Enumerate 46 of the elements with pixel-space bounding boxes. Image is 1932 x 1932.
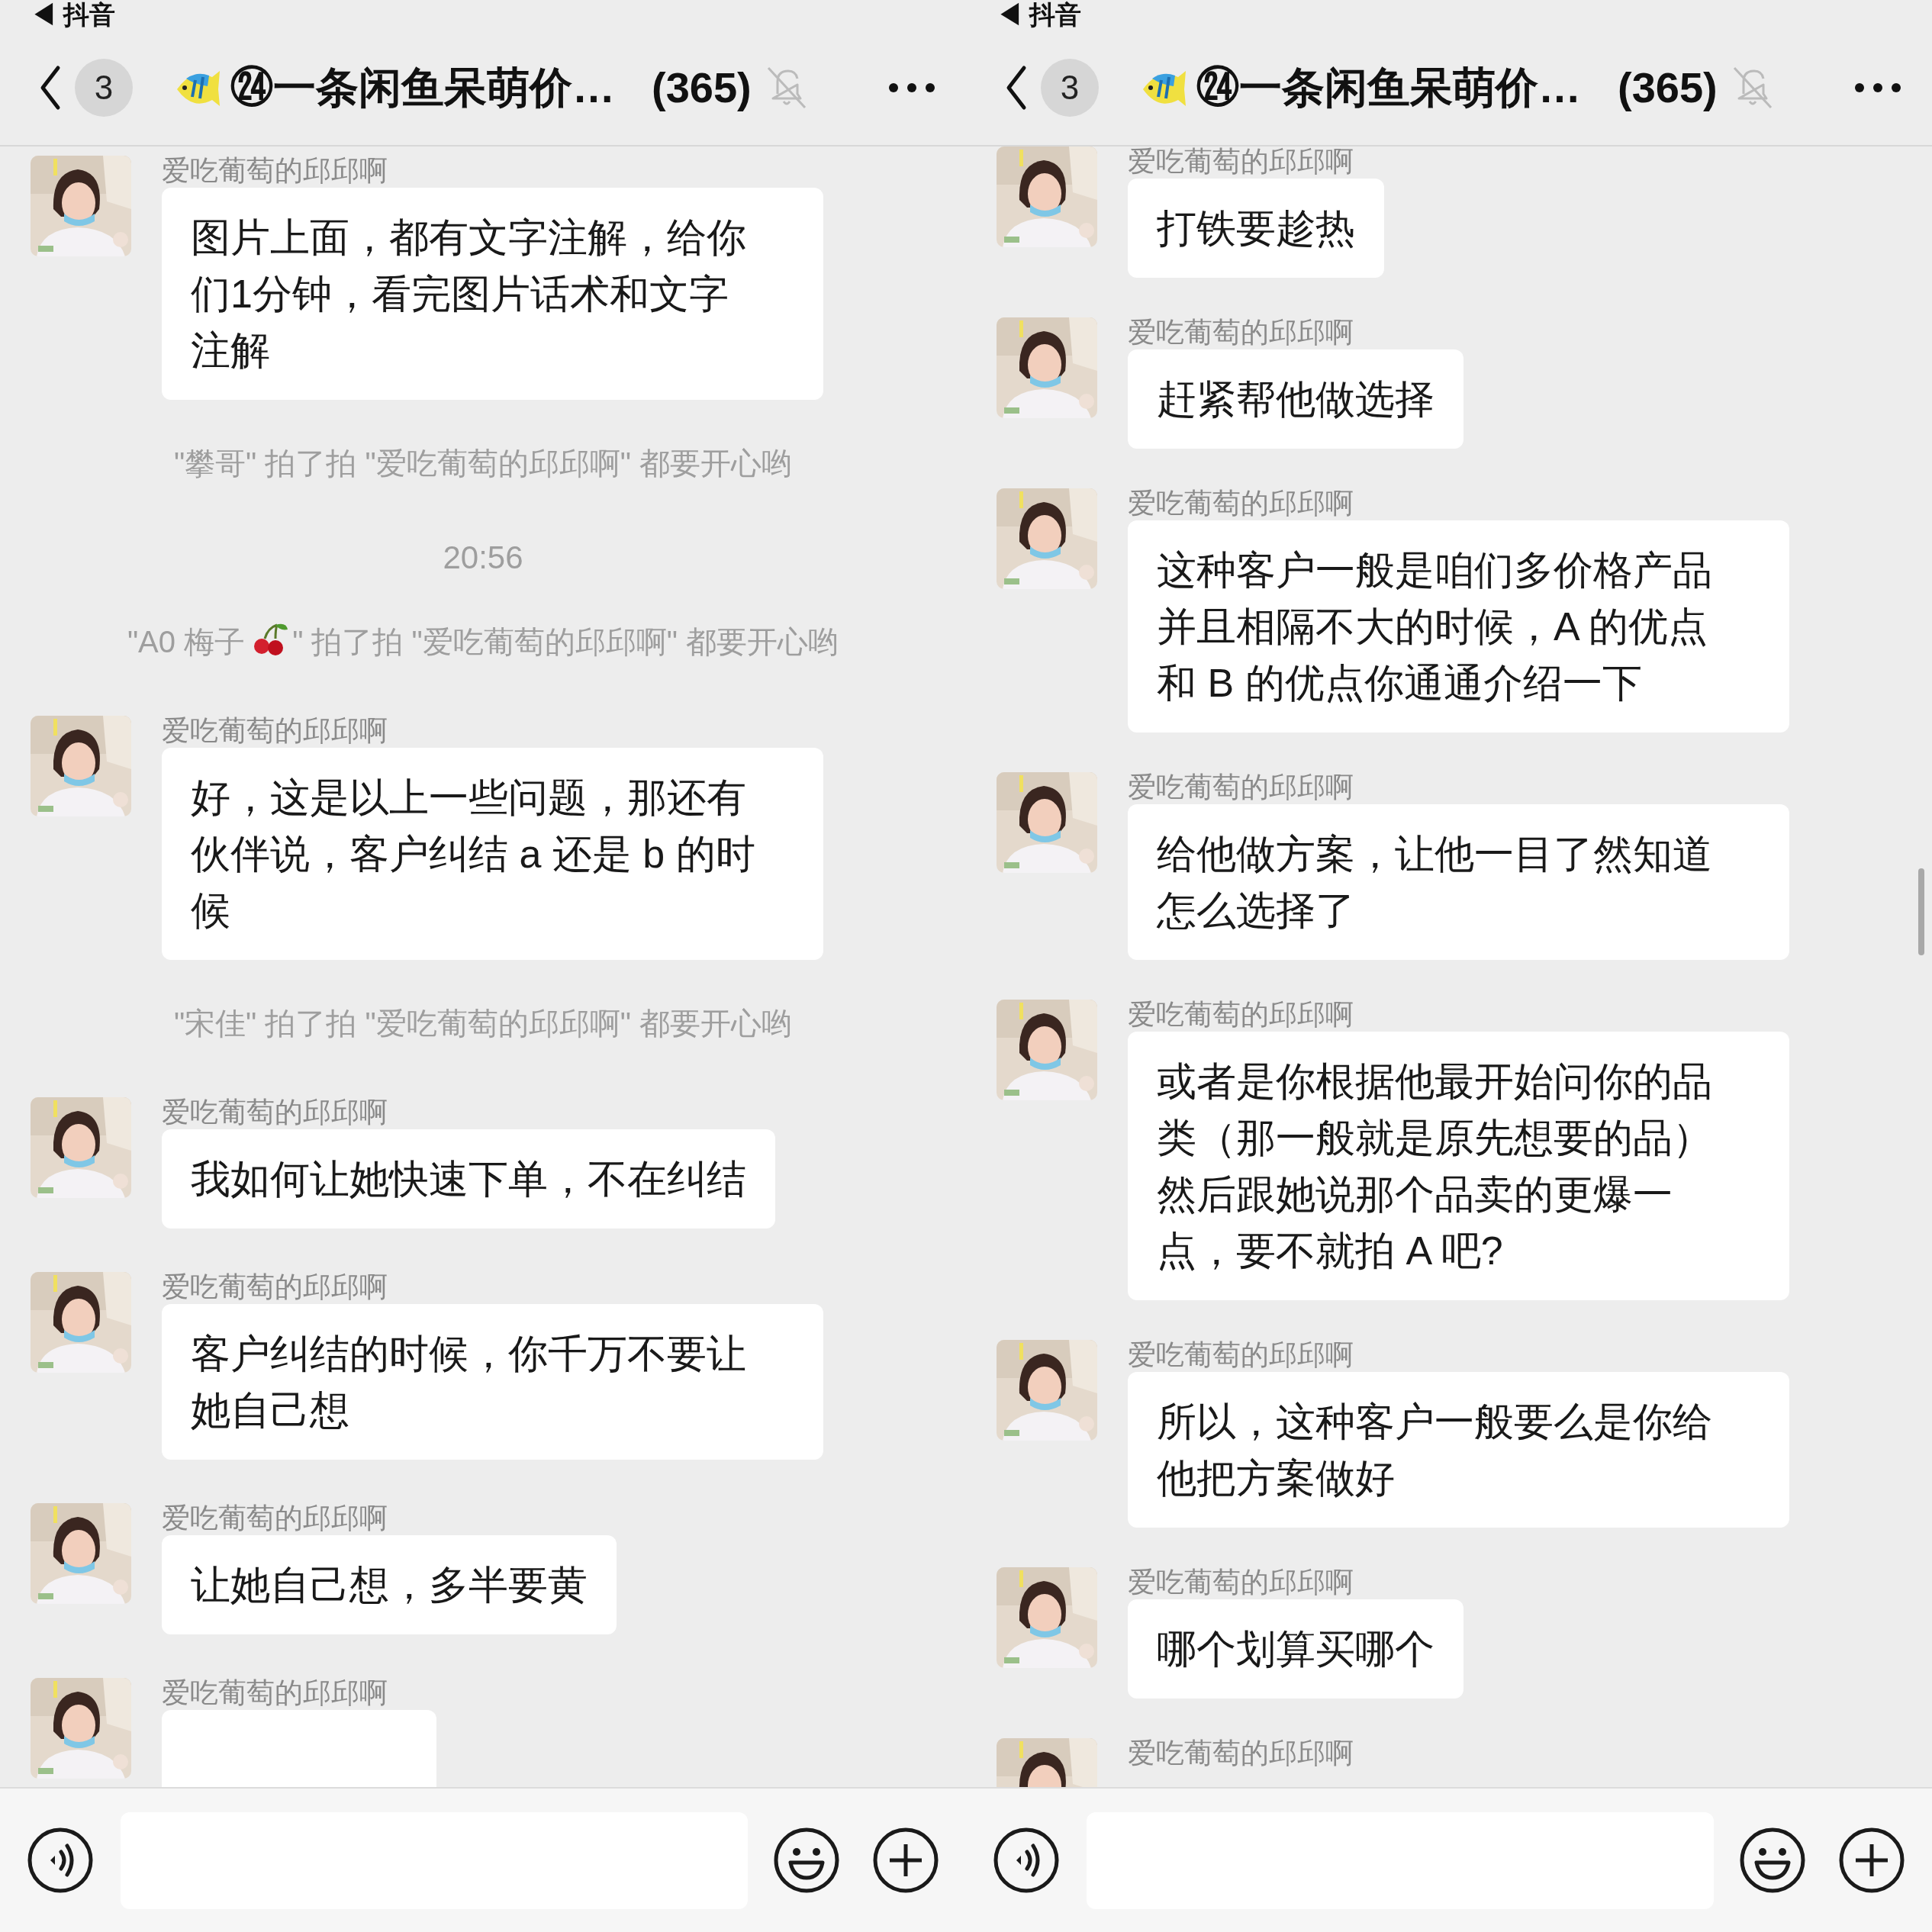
system-notice: " 拍了拍 "爱吃葡萄的邱邱啊" 都要开心哟 bbox=[292, 625, 839, 658]
message-bubble: 客户纠结的时候，你千万不要让 她自己想 bbox=[162, 1304, 823, 1460]
sender-name: 爱吃葡萄的邱邱啊 bbox=[1128, 1738, 1354, 1769]
chat-title: ㉔一条闲鱼呆萌价… bbox=[1196, 63, 1581, 113]
message-bubble: 哪个划算买哪个 bbox=[1128, 1599, 1463, 1699]
status-back-label[interactable]: ◀ 抖音 bbox=[997, 0, 1082, 29]
message-bubble: 好，这是以上一些问题，那还有 伙伴说，客户纠结 a 还是 b 的时 候 bbox=[162, 748, 823, 960]
system-notice: "宋佳" 拍了拍 "爱吃葡萄的邱邱啊" 都要开心哟 bbox=[173, 1006, 793, 1040]
sender-name: 爱吃葡萄的邱邱啊 bbox=[162, 1503, 388, 1534]
member-count: (365) bbox=[1618, 63, 1718, 113]
chat-title: ㉔一条闲鱼呆萌价… bbox=[230, 63, 615, 113]
sender-name: 爱吃葡萄的邱邱啊 bbox=[1128, 1567, 1354, 1598]
message-bubble: 所以，这种客户一般要么是你给 他把方案做好 bbox=[1128, 1372, 1789, 1528]
emoji-icon[interactable] bbox=[774, 1827, 839, 1893]
plus-icon[interactable] bbox=[1839, 1827, 1905, 1893]
status-back-label[interactable]: ◀ 抖音 bbox=[31, 0, 116, 29]
sender-name: 爱吃葡萄的邱邱啊 bbox=[162, 156, 388, 186]
plus-icon[interactable] bbox=[873, 1827, 939, 1893]
sender-name: 爱吃葡萄的邱邱啊 bbox=[162, 716, 388, 746]
sender-name: 爱吃葡萄的邱邱啊 bbox=[1128, 1000, 1354, 1030]
system-notice: "A0 梅子 bbox=[127, 625, 246, 658]
sender-name: 爱吃葡萄的邱邱啊 bbox=[1128, 1340, 1354, 1370]
member-count: (365) bbox=[652, 63, 752, 113]
sender-name: 爱吃葡萄的邱邱啊 bbox=[1128, 147, 1354, 177]
sender-name: 爱吃葡萄的邱邱啊 bbox=[1128, 772, 1354, 803]
message-bubble: 让她自己想，多半要黄 bbox=[162, 1535, 617, 1634]
message-bubble: 给他做方案，让他一目了然知道 怎么选择了 bbox=[1128, 804, 1789, 960]
sender-name: 爱吃葡萄的邱邱啊 bbox=[162, 1097, 388, 1128]
unread-badge: 3 bbox=[75, 59, 133, 117]
message-bubble: 赶紧帮他做选择 bbox=[1128, 349, 1463, 449]
voice-icon[interactable] bbox=[993, 1827, 1059, 1893]
system-notice: "攀哥" 拍了拍 "爱吃葡萄的邱邱啊" 都要开心哟 bbox=[173, 446, 793, 480]
message-bubble: 打铁要趁热 bbox=[1128, 179, 1384, 278]
sender-name: 爱吃葡萄的邱邱啊 bbox=[1128, 317, 1354, 348]
message-bubble: 我如何让她快速下单，不在纠结 bbox=[162, 1129, 775, 1228]
sender-name: 爱吃葡萄的邱邱啊 bbox=[162, 1272, 388, 1302]
sender-name: 爱吃葡萄的邱邱啊 bbox=[1128, 488, 1354, 519]
message-bubble: 或者是你根据他最开始问你的品 类（那一般就是原先想要的品） 然后跟她说那个品卖的更爆一 点，要不就拍 A 吧? bbox=[1128, 1032, 1789, 1300]
emoji-icon[interactable] bbox=[1740, 1827, 1805, 1893]
message-bubble: 图片上面，都有文字注解，给你 们1分钟，看完图片话术和文字 注解 bbox=[162, 188, 823, 400]
unread-badge: 3 bbox=[1041, 59, 1099, 117]
sender-name: 爱吃葡萄的邱邱啊 bbox=[162, 1678, 388, 1708]
voice-icon[interactable] bbox=[27, 1827, 93, 1893]
timestamp: 20:56 bbox=[443, 539, 523, 575]
scrollbar[interactable] bbox=[1918, 868, 1924, 955]
message-bubble: 这种客户一般是咱们多价格产品 并且相隔不大的时候，A 的优点 和 B 的优点你通通介绍一下 bbox=[1128, 520, 1789, 733]
